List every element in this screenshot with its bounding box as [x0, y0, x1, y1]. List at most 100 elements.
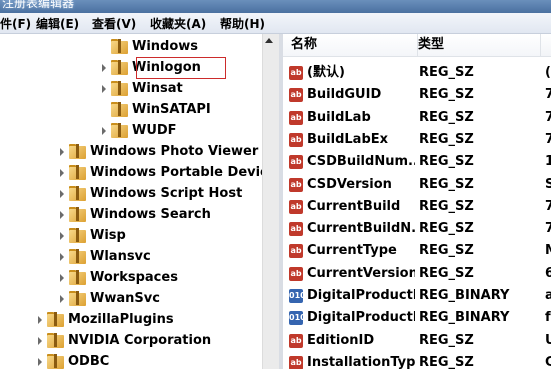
- value-data: 7: [545, 131, 551, 147]
- folder-icon: [69, 249, 86, 264]
- value-name: CurrentBuild: [307, 198, 401, 214]
- tree-item-label: Windows: [132, 39, 199, 54]
- tree-item-label: Winlogon: [132, 60, 201, 75]
- value-data: a: [545, 288, 551, 303]
- value-data: 7: [545, 87, 551, 103]
- folder-icon: [111, 102, 128, 117]
- list-item[interactable]: ab CurrentVersion REG_SZ 6: [283, 263, 551, 285]
- folder-icon: [111, 60, 128, 75]
- tree-item-label: WwanSvc: [90, 291, 160, 306]
- expand-arrow-icon[interactable]: [60, 274, 64, 282]
- string-value-icon: ab: [289, 333, 303, 348]
- value-data: S: [545, 176, 551, 192]
- value-type: REG_BINARY: [419, 288, 510, 303]
- menu-favorites[interactable]: 收藏夹(A): [150, 15, 206, 32]
- value-name: DigitalProductId: [307, 288, 415, 303]
- window-titlebar: 注册表编辑器: [0, 0, 551, 13]
- binary-value-icon: 010: [289, 311, 306, 326]
- value-name: BuildGUID: [307, 87, 382, 103]
- expand-arrow-icon[interactable]: [102, 127, 106, 135]
- value-name: CurrentBuildN...: [307, 221, 415, 237]
- value-type: REG_SZ: [419, 243, 474, 259]
- expand-arrow-icon[interactable]: [38, 316, 42, 324]
- list-item[interactable]: ab BuildLab REG_SZ 7: [283, 107, 551, 129]
- expand-arrow-icon[interactable]: [60, 253, 64, 261]
- list-item[interactable]: ab EditionID REG_SZ U: [283, 330, 551, 352]
- list-item[interactable]: ab CurrentBuild REG_SZ 7: [283, 196, 551, 218]
- value-data: (数: [545, 65, 551, 80]
- tree-item-label: NVIDIA Corporation: [68, 333, 212, 348]
- list-item[interactable]: 010DigitalProductI...REG_BINARY f: [283, 307, 551, 329]
- value-name: BuildLabEx: [307, 131, 389, 147]
- scroll-up-icon[interactable]: [265, 38, 273, 43]
- value-data: 7: [545, 221, 551, 237]
- folder-icon: [69, 291, 86, 306]
- menu-view[interactable]: 查看(V): [92, 15, 136, 32]
- value-type: REG_SZ: [419, 332, 474, 348]
- expand-arrow-icon[interactable]: [60, 232, 64, 240]
- list-item[interactable]: ab CurrentType REG_SZ M: [283, 240, 551, 262]
- expand-arrow-icon[interactable]: [60, 148, 64, 156]
- value-data: U: [545, 332, 551, 348]
- column-header-name[interactable]: 名称: [283, 34, 418, 56]
- expand-arrow-icon[interactable]: [102, 85, 106, 93]
- column-header-type[interactable]: 类型: [418, 34, 541, 56]
- value-name: CSDBuildNum...: [307, 154, 415, 170]
- string-value-icon: ab: [289, 110, 303, 125]
- list-item[interactable]: ab CSDVersion REG_SZ S: [283, 174, 551, 196]
- tree-item-label: Windows Photo Viewer: [90, 144, 259, 159]
- menu-file[interactable]: 文件(F): [0, 15, 31, 32]
- string-value-icon: ab: [289, 155, 303, 170]
- tree-item-label: MozillaPlugins: [68, 312, 174, 327]
- registry-tree[interactable]: Windows Winlogon Winsat WinSATAPI WUDF Window…: [0, 34, 262, 369]
- list-item[interactable]: 010 DigitalProductId REG_BINARY a: [283, 285, 551, 307]
- string-value-icon: ab: [289, 66, 303, 80]
- string-value-icon: ab: [289, 266, 303, 281]
- menu-bar: 文件(F) 编辑(E) 查看(V) 收藏夹(A) 帮助(H): [0, 13, 551, 34]
- value-name: CurrentType: [307, 243, 397, 259]
- expand-arrow-icon[interactable]: [60, 190, 64, 198]
- folder-icon: [69, 186, 86, 201]
- values-list[interactable]: 名称 类型 ab(默认)REG_SZ(数abBuildGUIDREG_SZ7ab…: [283, 34, 551, 369]
- list-item[interactable]: ab CSDBuildNum... REG_SZ 1: [283, 151, 551, 173]
- list-item[interactable]: ab CurrentBuildN... REG_SZ 7: [283, 218, 551, 240]
- folder-icon: [69, 144, 86, 159]
- value-type: REG_BINARY: [419, 310, 510, 326]
- tree-item-label: Windows Script Host: [90, 186, 243, 201]
- folder-icon: [69, 165, 86, 180]
- value-type: REG_SZ: [419, 198, 474, 214]
- folder-icon: [47, 354, 64, 369]
- expand-arrow-icon[interactable]: [60, 169, 64, 177]
- value-type: REG_SZ: [419, 65, 474, 80]
- menu-help[interactable]: 帮助(H): [220, 15, 265, 32]
- tree-scrollbar[interactable]: [262, 34, 279, 369]
- menu-edit[interactable]: 编辑(E): [36, 15, 79, 32]
- tree-item-label: Windows Search: [90, 207, 211, 222]
- string-value-icon: ab: [289, 132, 303, 147]
- list-item[interactable]: ab InstallationType REG_SZ C: [283, 352, 551, 369]
- expand-arrow-icon[interactable]: [60, 295, 64, 303]
- list-item[interactable]: ab BuildGUID REG_SZ 7: [283, 84, 551, 106]
- expand-arrow-icon[interactable]: [60, 211, 64, 219]
- expand-arrow-icon[interactable]: [38, 358, 42, 366]
- folder-icon: [47, 333, 64, 348]
- expand-arrow-icon[interactable]: [102, 64, 106, 72]
- tree-item-label: Wlansvc: [90, 249, 151, 264]
- value-type: REG_SZ: [419, 154, 474, 170]
- tree-item-label: ODBC: [68, 354, 110, 369]
- value-type: REG_SZ: [419, 221, 474, 237]
- binary-value-icon: 010: [289, 289, 306, 303]
- string-value-icon: ab: [289, 222, 303, 237]
- value-data: 7: [545, 109, 551, 125]
- window-title: 注册表编辑器: [2, 0, 75, 10]
- value-name: CurrentVersion: [307, 265, 415, 281]
- list-item[interactable]: ab (默认) REG_SZ (数: [283, 62, 551, 84]
- value-name: CSDVersion: [307, 176, 392, 192]
- tree-item-label: Winsat: [132, 81, 183, 96]
- expand-arrow-icon[interactable]: [38, 337, 42, 345]
- tree-item-label: Wisp: [90, 228, 126, 243]
- tree-item-label: Windows Portable Devices: [90, 165, 262, 180]
- value-name: BuildLab: [307, 109, 371, 125]
- list-item[interactable]: ab BuildLabEx REG_SZ 7: [283, 129, 551, 151]
- value-data: C: [545, 354, 551, 369]
